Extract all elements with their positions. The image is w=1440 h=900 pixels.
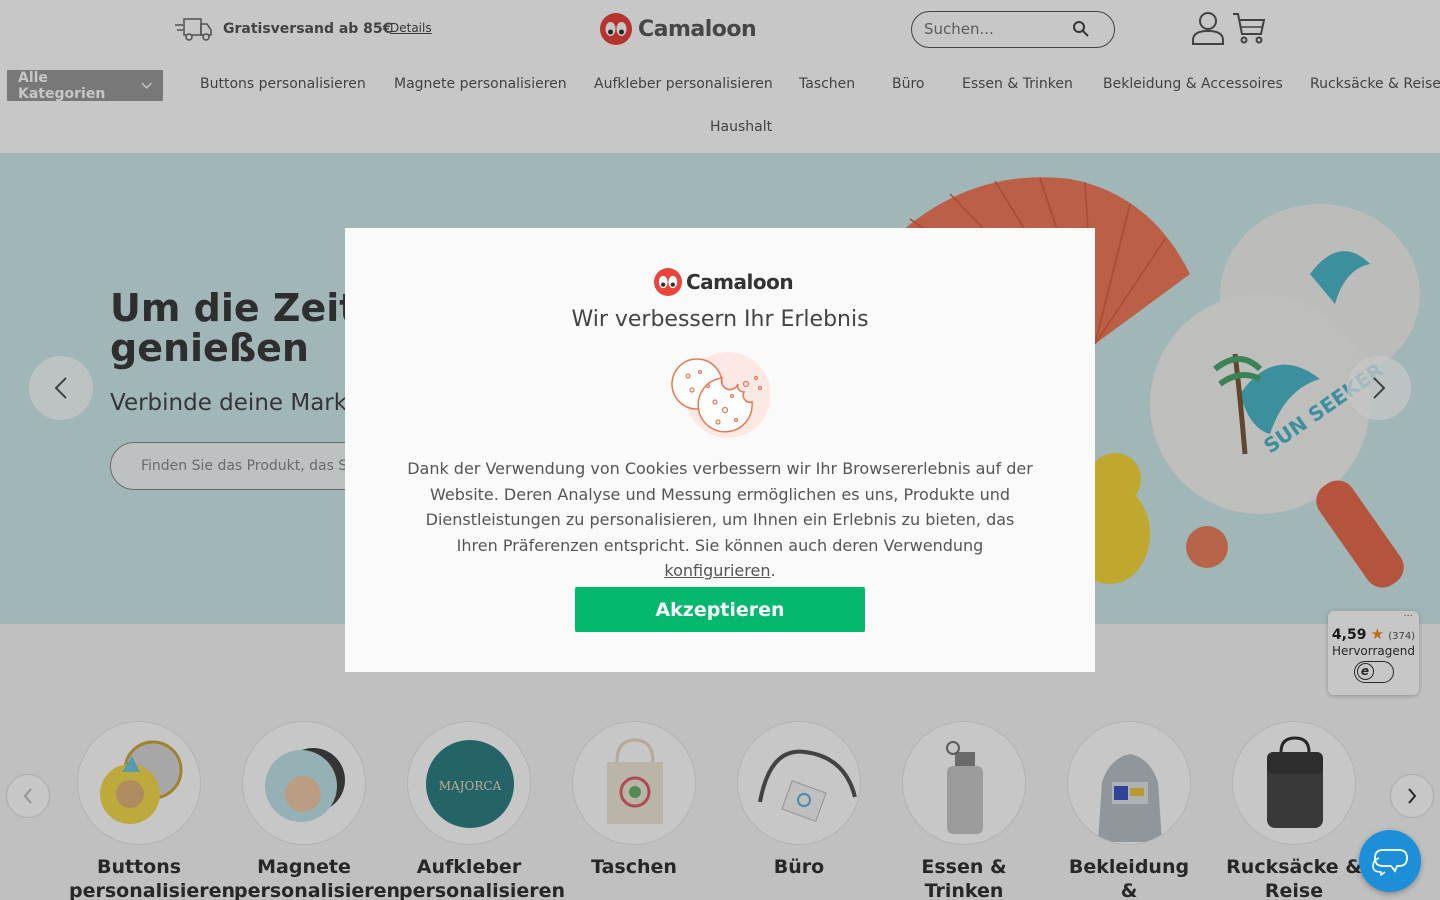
accept-cookies-button[interactable]: Akzeptieren xyxy=(575,587,865,632)
cookie-icon xyxy=(671,352,770,438)
camaloon-logo-icon xyxy=(654,268,682,296)
modal-title: Wir verbessern Ihr Erlebnis xyxy=(571,307,869,332)
cookie-consent-dialog: Camaloon Wir verbessern Ihr Erlebnis Dan… xyxy=(345,228,1095,672)
modal-body-end: . xyxy=(770,561,776,580)
chat-button[interactable] xyxy=(1359,830,1421,892)
modal-body-main: Dank der Verwendung von Cookies verbesse… xyxy=(407,459,1033,555)
modal-logo: Camaloon xyxy=(654,268,794,296)
configure-cookies-link[interactable]: konfigurieren xyxy=(664,561,770,580)
modal-body-text: Dank der Verwendung von Cookies verbesse… xyxy=(405,456,1035,584)
modal-logo-text: Camaloon xyxy=(686,270,794,294)
chat-bubble-icon xyxy=(1372,849,1408,876)
